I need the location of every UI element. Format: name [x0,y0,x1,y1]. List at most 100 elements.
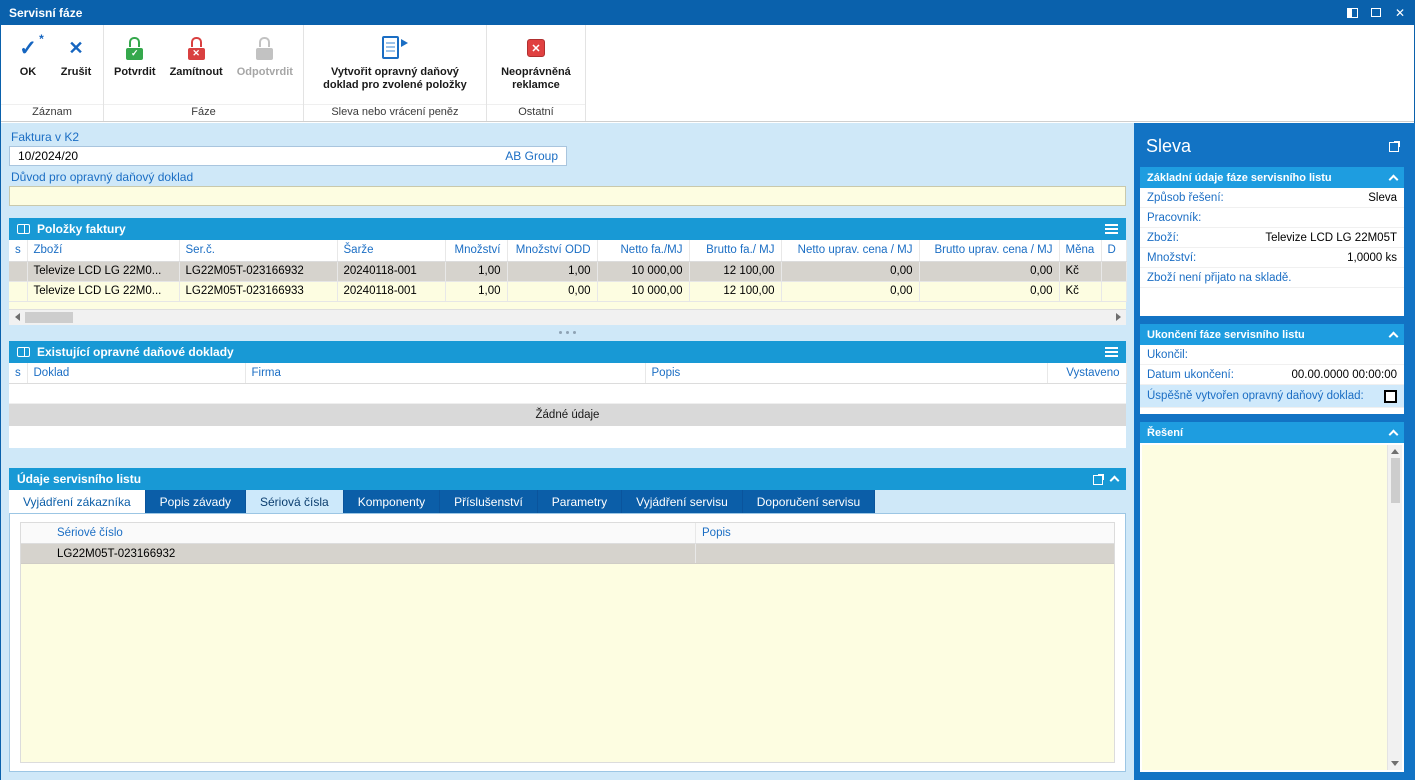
field-row-datum-ukonceni[interactable]: Datum ukončení: 00.00.0000 00:00:00 [1140,365,1404,385]
group-label-zaznam: Záznam [1,104,103,121]
col-doklad[interactable]: Doklad [27,362,246,384]
section-splitter[interactable] [9,325,1126,341]
unjustified-claim-icon: ✕ [526,34,545,62]
grid-menu-icon[interactable] [1105,224,1118,234]
create-credit-note-icon [381,34,408,62]
invoice-label: Faktura v K2 [11,130,80,144]
credit-note-created-row[interactable]: Úspěšně vytvořen opravný daňový doklad: [1140,385,1404,408]
col-vystaveno[interactable]: Vystaveno [1047,362,1127,384]
ok-check-icon: ✓ * [19,32,44,60]
create-credit-note-button[interactable]: Vytvořit opravný daňový doklad pro zvole… [307,28,483,94]
sidebar-popout-icon[interactable] [1389,140,1400,152]
credit-note-created-checkbox[interactable] [1384,389,1397,403]
grid-menu-icon[interactable] [1105,346,1118,357]
horizontal-scrollbar[interactable] [9,309,1126,325]
field-row-zbozi[interactable]: Zboží: Televize LCD LG 22M05T [1140,228,1404,248]
col-firma[interactable]: Firma [245,362,646,384]
tab-komponenty[interactable]: Komponenty [343,490,441,513]
confirm-button[interactable]: ✓ Potvrdit [107,28,163,81]
invoice-field[interactable]: 10/2024/20 AB Group [9,146,567,166]
col-mena[interactable]: Měna [1059,240,1102,262]
service-sheet-header: Údaje servisního listu [9,468,1126,490]
col-brutto-uprav[interactable]: Brutto uprav. cena / MJ [919,240,1060,262]
field-row-mnozstvi[interactable]: Množství: 1,0000 ks [1140,248,1404,268]
col-mnozstvi[interactable]: Množství [445,240,508,262]
ok-button[interactable]: ✓ * OK [4,28,52,81]
closing-header[interactable]: Ukončení fáze servisního listu [1140,324,1404,345]
closing-title: Ukončení fáze servisního listu [1147,328,1305,341]
field-row-ukoncil[interactable]: Ukončil: [1140,345,1404,365]
solution-panel: Řešení [1140,422,1404,772]
dock-window-icon[interactable] [1344,5,1360,20]
col-mnozstvi-odd[interactable]: Množství ODD [507,240,598,262]
field-row-zpusob-reseni[interactable]: Způsob řešení: Sleva [1140,188,1404,208]
invoice-item-row-2[interactable]: Televize LCD LG 22M0... LG22M05T-0231669… [9,281,1127,302]
collapse-icon[interactable] [1388,429,1399,439]
invoice-item-row-1[interactable]: Televize LCD LG 22M0... LG22M05T-0231669… [9,261,1127,282]
col-brutto-fa[interactable]: Brutto fa./ MJ [689,240,782,262]
solution-textarea[interactable] [1142,445,1402,770]
unjustified-claim-button[interactable]: ✕ Neoprávněná reklamce [490,28,582,94]
book-icon [17,346,30,357]
reason-label: Důvod pro opravný daňový doklad [11,170,194,184]
empty-data-banner: Žádné údaje [9,404,1126,426]
scroll-left-icon[interactable] [9,310,25,325]
cancel-button[interactable]: ✕ Zrušit [52,28,100,81]
service-sheet-title: Údaje servisního listu [17,472,142,486]
invoice-items-empty-area [9,301,1126,310]
col-netto-uprav[interactable]: Netto uprav. cena / MJ [781,240,920,262]
invoice-number: 10/2024/20 [18,149,79,163]
cancel-x-icon: ✕ [68,38,84,58]
col-d[interactable]: D [1101,240,1127,262]
col-s[interactable]: s [9,362,28,384]
toolbar-filler [586,25,1414,121]
tab-prislusenstvi[interactable]: Příslušenství [440,490,538,513]
reason-input[interactable] [9,186,1126,206]
serial-row[interactable]: LG22M05T-023166932 [21,544,1114,564]
col-s[interactable]: s [9,240,28,262]
col-netto-fa[interactable]: Netto fa./MJ [597,240,690,262]
col-sercislo[interactable]: Ser.č. [179,240,338,262]
col-zbozi[interactable]: Zboží [27,240,180,262]
basic-info-title: Základní údaje fáze servisního listu [1147,171,1332,184]
collapse-icon[interactable] [1109,475,1120,486]
close-icon[interactable]: ✕ [1392,5,1408,20]
group-label-faze: Fáze [104,104,303,121]
col-sarze[interactable]: Šarže [337,240,446,262]
window-controls: ✕ [1344,5,1408,20]
collapse-icon[interactable] [1388,174,1399,184]
solution-header[interactable]: Řešení [1140,422,1404,443]
scrollbar-thumb[interactable] [1390,458,1400,503]
scroll-down-icon[interactable] [1391,761,1399,766]
serial-grid-header-row: Sériové číslo Popis [21,523,1114,544]
basic-info-header[interactable]: Základní údaje fáze servisního listu [1140,167,1404,188]
invoice-company-link[interactable]: AB Group [505,149,558,163]
tab-vyjadreni-servisu[interactable]: Vyjádření servisu [622,490,743,513]
titlebar: Servisní fáze ✕ [1,0,1414,25]
maximize-icon[interactable] [1368,5,1384,20]
tab-popis-zavady[interactable]: Popis závady [145,490,246,513]
book-icon [17,224,30,234]
scroll-up-icon[interactable] [1391,449,1399,454]
tab-vyjadreni-zakaznika[interactable]: Vyjádření zákazníka [9,490,146,513]
col-seriove-cislo[interactable]: Sériové číslo [51,523,696,543]
credit-notes-header: Existující opravné daňové doklady [9,340,1126,363]
scroll-right-icon[interactable] [1110,310,1126,325]
tab-doporuceni-servisu[interactable]: Doporučení servisu [742,490,876,513]
field-row-pracovnik[interactable]: Pracovník: [1140,208,1404,228]
reject-button[interactable]: ✕ Zamítnout [163,28,230,81]
credit-notes-header-row: s Doklad Firma Popis Vystaveno [9,362,1127,384]
col-popis[interactable]: Popis [645,362,1048,384]
closing-body: Ukončil: Datum ukončení: 00.00.0000 00:0… [1140,345,1404,414]
col-popis[interactable]: Popis [696,527,1114,539]
credit-notes-empty-row [9,384,1126,404]
popout-icon[interactable] [1093,473,1104,485]
tab-seriova-cisla[interactable]: Sériová čísla [246,490,344,513]
sidebar-panel: Sleva Základní údaje fáze servisního lis… [1134,123,1415,780]
scrollbar-thumb[interactable] [25,311,73,323]
stock-note-row: Zboží není přijato na skladě. [1140,268,1404,288]
tab-parametry[interactable]: Parametry [537,490,623,513]
collapse-icon[interactable] [1388,331,1399,341]
serial-grid-empty-area [21,564,1114,762]
vertical-scrollbar[interactable] [1387,445,1402,770]
